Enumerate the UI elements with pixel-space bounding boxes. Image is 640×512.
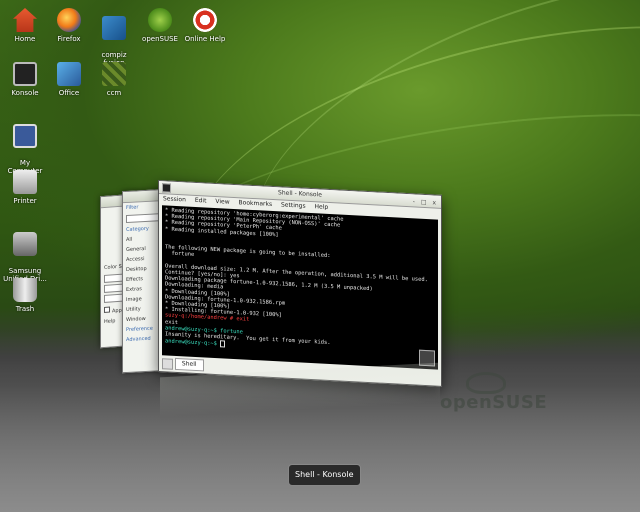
watermark-text: openSUSE [440,392,548,413]
terminal-cursor [220,340,226,348]
menu-edit[interactable]: Edit [195,197,207,205]
printer-icon [13,170,37,194]
ccm-icon [102,62,126,86]
konsole-window[interactable]: Shell - Konsole - □ x Session Edit View … [158,180,442,387]
tab-shell[interactable]: Shell [174,357,204,372]
firefox-icon [57,8,81,32]
computer-icon [13,124,37,148]
desktop-icon-trash[interactable]: Trash [0,278,50,313]
chameleon-logo-icon [466,372,506,394]
desktop-icon-label: Online Help [184,35,226,43]
trash-icon [13,278,37,302]
desktop-icon-konsole[interactable]: Konsole [0,62,50,97]
opensuse-icon [148,8,172,32]
desktop-icon-home[interactable]: Home [0,8,50,43]
help-lifebuoy-icon [193,8,217,32]
desktop-icon-label: Home [14,35,36,43]
menu-help[interactable]: Help [315,203,329,211]
desktop-icon-label: Trash [15,305,35,313]
desktop-icon-label: ccm [106,89,122,97]
switcher-caption: Shell - Konsole [288,464,361,486]
desktop-icon-printer[interactable]: Printer [0,170,50,205]
desktop-icon-label: Office [58,89,80,97]
home-icon [13,8,37,32]
menu-settings[interactable]: Settings [281,201,306,209]
desktop-icon-label: Printer [13,197,37,205]
checkbox [104,306,110,313]
desktop-icon-opensuse[interactable]: openSUSE [135,8,185,43]
menu-session[interactable]: Session [163,195,186,203]
desktop-icon-firefox[interactable]: Firefox [44,8,94,43]
compiz-icon [102,16,126,40]
tab-bar: Shell [162,357,204,372]
menu-view[interactable]: View [215,198,229,206]
office-icon [57,62,81,86]
terminal-icon [13,62,37,86]
desktop-icon-label: Firefox [57,35,81,43]
window-title: Shell - Konsole [278,189,322,199]
desktop-icon-label: Konsole [11,89,39,97]
terminal-output[interactable]: * Reading repository 'home:cyberorg:expe… [162,205,438,370]
desktop-icon-label: openSUSE [142,35,178,43]
desktop-icon-online-help[interactable]: Online Help [180,8,230,43]
terminal-icon [162,183,171,193]
menu-bookmarks[interactable]: Bookmarks [239,199,273,208]
desktop-icon-office[interactable]: Office [44,62,94,97]
disk-icon [13,232,37,256]
window-controls[interactable]: - □ x [413,196,438,209]
opensuse-watermark: openSUSE [440,372,548,422]
desktop-icon-ccm[interactable]: ccm [89,62,139,97]
new-tab-icon[interactable] [162,357,173,370]
